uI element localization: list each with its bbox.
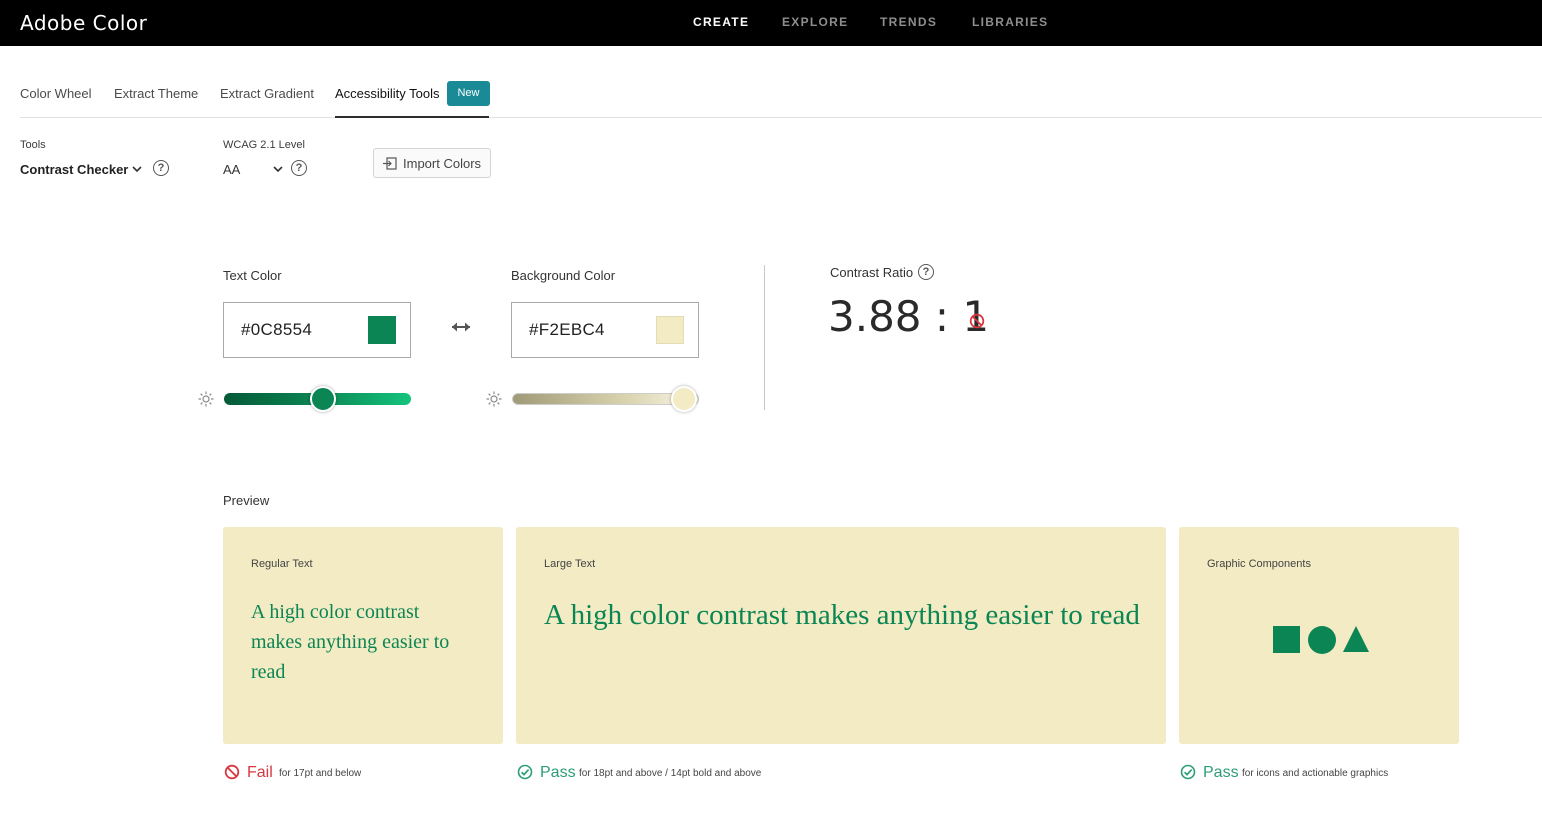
brightness-icon — [486, 391, 502, 407]
text-color-hex[interactable]: #0C8554 — [241, 320, 312, 340]
background-color-field[interactable]: #F2EBC4 — [511, 302, 699, 358]
large-text-status: Pass — [540, 764, 576, 781]
text-brightness-slider-thumb[interactable] — [310, 386, 337, 412]
tab-extract-theme[interactable]: Extract Theme — [114, 86, 198, 101]
regular-text-note: for 17pt and below — [279, 768, 362, 779]
graphic-components-card: Graphic Components — [1179, 527, 1459, 744]
contrast-help-icon[interactable]: ? — [918, 264, 934, 280]
tools-dropdown[interactable]: Contrast Checker — [20, 162, 128, 177]
text-color-label: Text Color — [223, 268, 282, 283]
wcag-dropdown[interactable]: AA — [223, 162, 240, 177]
large-text-note: for 18pt and above / 14pt bold and above — [579, 768, 762, 779]
chevron-down-icon[interactable] — [131, 163, 143, 175]
graphic-components-status: Pass — [1203, 764, 1239, 781]
text-color-field[interactable]: #0C8554 — [223, 302, 411, 358]
active-tab-indicator — [335, 116, 489, 118]
background-color-hex[interactable]: #F2EBC4 — [529, 320, 605, 340]
wcag-label: WCAG 2.1 Level — [223, 139, 305, 151]
chevron-down-icon[interactable] — [272, 163, 284, 175]
fail-icon — [224, 764, 240, 780]
pass-icon — [1180, 764, 1196, 780]
background-brightness-slider-thumb[interactable] — [671, 386, 698, 412]
section-divider — [764, 265, 765, 410]
brightness-icon — [198, 391, 214, 407]
preview-label: Preview — [223, 493, 270, 508]
tools-help-icon[interactable]: ? — [153, 160, 169, 176]
background-color-label: Background Color — [511, 268, 616, 283]
triangle-icon — [1343, 626, 1369, 652]
pass-icon — [517, 764, 533, 780]
graphic-components-title: Graphic Components — [1207, 558, 1311, 570]
graphic-components-note: for icons and actionable graphics — [1242, 768, 1389, 779]
contrast-ratio-value: 3.88 : 1 — [828, 292, 990, 341]
circle-icon — [1308, 626, 1336, 654]
import-colors-label: Import Colors — [403, 156, 482, 171]
regular-text-title: Regular Text — [251, 558, 313, 570]
regular-text-status: Fail — [247, 764, 273, 781]
tab-accessibility-tools[interactable]: Accessibility Tools — [335, 86, 440, 101]
app-title[interactable]: Adobe Color — [20, 11, 147, 35]
square-icon — [1273, 626, 1300, 653]
nav-create[interactable]: CREATE — [693, 15, 749, 29]
tab-extract-gradient[interactable]: Extract Gradient — [220, 86, 314, 101]
tools-label: Tools — [20, 139, 46, 151]
regular-text-card: Regular Text A high color contrast makes… — [223, 527, 503, 744]
text-color-swatch[interactable] — [368, 316, 396, 344]
import-icon — [383, 157, 397, 170]
new-badge: New — [447, 81, 490, 106]
wcag-help-icon[interactable]: ? — [291, 160, 307, 176]
import-colors-button[interactable]: Import Colors — [373, 148, 491, 178]
large-text-sample: A high color contrast makes anything eas… — [544, 599, 1140, 631]
fail-icon — [969, 313, 985, 329]
nav-libraries[interactable]: LIBRARIES — [972, 15, 1048, 29]
background-color-swatch[interactable] — [656, 316, 684, 344]
nav-explore[interactable]: EXPLORE — [782, 15, 848, 29]
regular-text-sample: A high color contrast makes anything eas… — [251, 601, 450, 683]
subnav-divider — [20, 117, 1542, 118]
swap-colors-icon[interactable] — [451, 320, 471, 334]
top-navigation-bar: Adobe Color CREATE EXPLORE TRENDS LIBRAR… — [0, 0, 1542, 46]
nav-trends[interactable]: TRENDS — [880, 15, 937, 29]
large-text-title: Large Text — [544, 558, 596, 570]
tab-color-wheel[interactable]: Color Wheel — [20, 86, 92, 101]
contrast-ratio-label: Contrast Ratio — [830, 265, 914, 280]
large-text-card: Large Text A high color contrast makes a… — [516, 527, 1166, 744]
